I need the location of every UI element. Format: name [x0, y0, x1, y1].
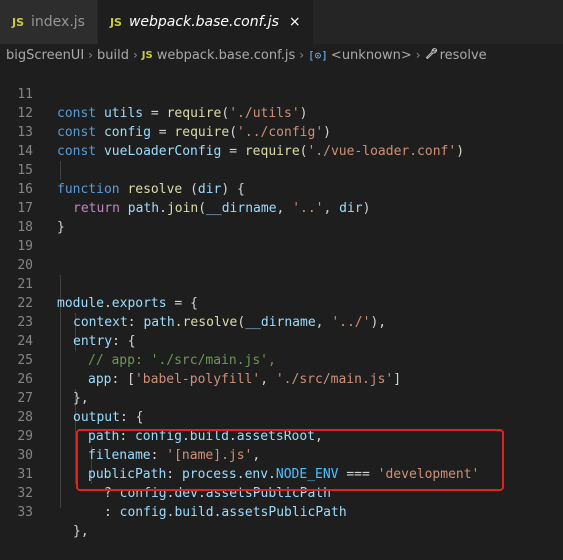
code-line: 23 entry: {: [0, 294, 563, 349]
breadcrumb-item-property[interactable]: resolve: [440, 48, 487, 63]
annotation-highlight-box: [76, 429, 504, 491]
code-line: 13 const vueLoaderConfig = require('./vu…: [0, 104, 563, 159]
js-file-icon: JS: [109, 15, 122, 29]
tab-label: webpack.base.conf.js: [128, 14, 279, 30]
chevron-right-icon: ›: [132, 48, 138, 62]
code-line: 15 function resolve (dir) {: [0, 142, 563, 197]
tab-bar: JS index.js JS webpack.base.conf.js ×: [0, 0, 563, 44]
line-code: },: [73, 524, 89, 539]
code-line: 17 }: [0, 180, 563, 235]
breadcrumb-item-symbol[interactable]: <unknown>: [331, 48, 412, 63]
close-icon[interactable]: ×: [289, 14, 301, 30]
wrench-icon: [425, 47, 437, 63]
code-line: 12 const config = require('../config'): [0, 85, 563, 140]
breadcrumb-item-bigscreenui[interactable]: bigScreenUI: [6, 48, 84, 63]
code-line: 27 output: {: [0, 370, 563, 425]
code-line: 14: [0, 123, 563, 159]
code-line: 18: [0, 199, 563, 235]
breadcrumb-item-file[interactable]: webpack.base.conf.js: [157, 48, 296, 63]
breadcrumb-item-build[interactable]: build: [97, 48, 129, 63]
code-line: 16 return path.join(__dirname, '..', dir…: [0, 161, 563, 216]
js-file-icon: JS: [12, 15, 25, 29]
code-line: 29 filename: '[name].js',: [0, 408, 563, 463]
breadcrumb: bigScreenUI › build › JS webpack.base.co…: [0, 44, 563, 66]
tab-index-js[interactable]: JS index.js: [0, 0, 98, 44]
code-line: 28 path: config.build.assetsRoot,: [0, 389, 563, 444]
symbol-variable-icon: [⊙]: [308, 48, 328, 62]
code-line: 22 context: path.resolve(__dirname, '../…: [0, 275, 563, 330]
chevron-right-icon: ›: [415, 48, 421, 62]
tab-label: index.js: [31, 14, 85, 30]
js-file-icon: JS: [141, 49, 153, 61]
code-line: 20: [0, 237, 563, 273]
code-line: 11 const utils = require('./utils'): [0, 66, 563, 121]
code-line: 19: [0, 218, 563, 254]
chevron-right-icon: ›: [299, 48, 305, 62]
line-number: 33: [17, 505, 33, 520]
code-line: 26 },: [0, 351, 563, 406]
line-code: : config.build.assetsPublicPath: [104, 505, 347, 520]
code-line: 24 // app: './src/main.js',: [0, 313, 563, 368]
code-line: 21 module.exports = {: [0, 256, 563, 311]
tab-webpack-base-conf[interactable]: JS webpack.base.conf.js ×: [97, 0, 314, 44]
chevron-right-icon: ›: [88, 48, 93, 62]
code-line: 25 app: ['babel-polyfill', './src/main.j…: [0, 332, 563, 387]
